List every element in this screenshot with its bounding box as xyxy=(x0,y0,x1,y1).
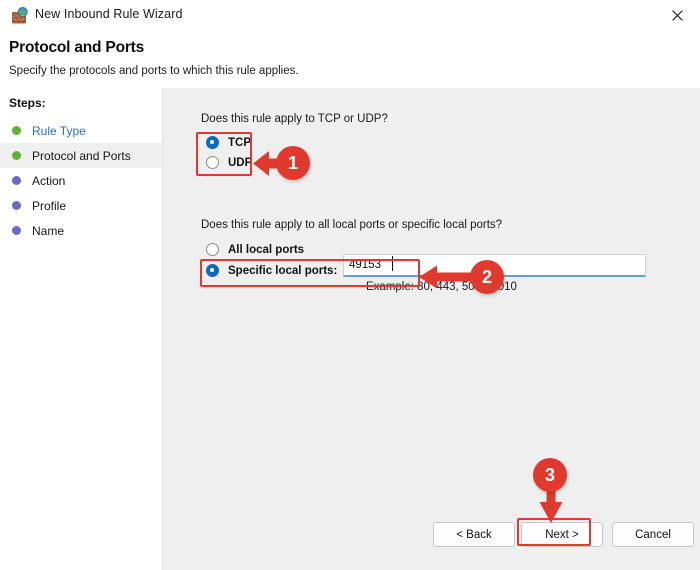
title-bar: New Inbound Rule Wizard xyxy=(0,0,700,30)
sidebar-item-label: Name xyxy=(32,223,65,238)
sidebar-item-name[interactable]: Name xyxy=(0,218,162,243)
annotation-badge-2: 2 xyxy=(470,260,504,294)
radio-specific-local-ports[interactable]: Specific local ports: xyxy=(206,261,337,280)
sidebar-item-label: Protocol and Ports xyxy=(32,148,131,163)
sidebar-item-label: Action xyxy=(32,173,66,188)
protocol-question-label: Does this rule apply to TCP or UDP? xyxy=(201,113,388,125)
annotation-badge-1: 1 xyxy=(276,146,310,180)
annotation-arrow-2-icon xyxy=(418,261,476,298)
page-title: Protocol and Ports xyxy=(9,39,145,56)
radio-udp-label: UDP xyxy=(228,156,253,169)
radio-all-local-ports[interactable]: All local ports xyxy=(206,240,304,259)
window-title: New Inbound Rule Wizard xyxy=(35,7,183,21)
annotation-badge-3: 3 xyxy=(533,458,567,492)
cancel-button[interactable]: Cancel xyxy=(612,522,694,547)
radio-indicator-icon xyxy=(206,136,219,149)
radio-indicator-icon xyxy=(206,243,219,256)
step-bullet-icon xyxy=(12,226,21,235)
radio-tcp-label: TCP xyxy=(228,136,251,149)
steps-sidebar: Steps: Rule Type Protocol and Ports Acti… xyxy=(0,88,163,570)
step-bullet-icon xyxy=(12,126,21,135)
content-pane: Does this rule apply to TCP or UDP? TCP … xyxy=(163,88,700,570)
sidebar-item-rule-type[interactable]: Rule Type xyxy=(0,118,162,143)
wizard-footer: < Back Next > Cancel xyxy=(163,510,700,570)
radio-tcp[interactable]: TCP xyxy=(206,133,251,152)
step-bullet-icon xyxy=(12,151,21,160)
radio-indicator-icon xyxy=(206,264,219,277)
sidebar-item-protocol-and-ports[interactable]: Protocol and Ports xyxy=(0,143,162,168)
back-button[interactable]: < Back xyxy=(433,522,515,547)
radio-indicator-icon xyxy=(206,156,219,169)
step-bullet-icon xyxy=(12,176,21,185)
sidebar-item-profile[interactable]: Profile xyxy=(0,193,162,218)
sidebar-item-label: Profile xyxy=(32,198,67,213)
radio-specific-local-ports-label: Specific local ports: xyxy=(228,264,338,277)
wizard-window: New Inbound Rule Wizard Protocol and Por… xyxy=(0,0,700,570)
steps-list: Rule Type Protocol and Ports Action Prof… xyxy=(0,118,162,243)
radio-all-local-ports-label: All local ports xyxy=(228,243,305,256)
ports-question-label: Does this rule apply to all local ports … xyxy=(201,219,503,231)
firewall-globe-icon xyxy=(12,7,29,24)
step-bullet-icon xyxy=(12,201,21,210)
page-subtitle: Specify the protocols and ports to which… xyxy=(9,65,299,77)
close-icon[interactable] xyxy=(654,0,700,30)
sidebar-item-label: Rule Type xyxy=(32,123,86,138)
steps-heading: Steps: xyxy=(9,96,46,110)
page-header: Protocol and Ports Specify the protocols… xyxy=(0,30,700,88)
sidebar-item-action[interactable]: Action xyxy=(0,168,162,193)
text-caret xyxy=(392,256,394,271)
radio-udp[interactable]: UDP xyxy=(206,153,252,172)
